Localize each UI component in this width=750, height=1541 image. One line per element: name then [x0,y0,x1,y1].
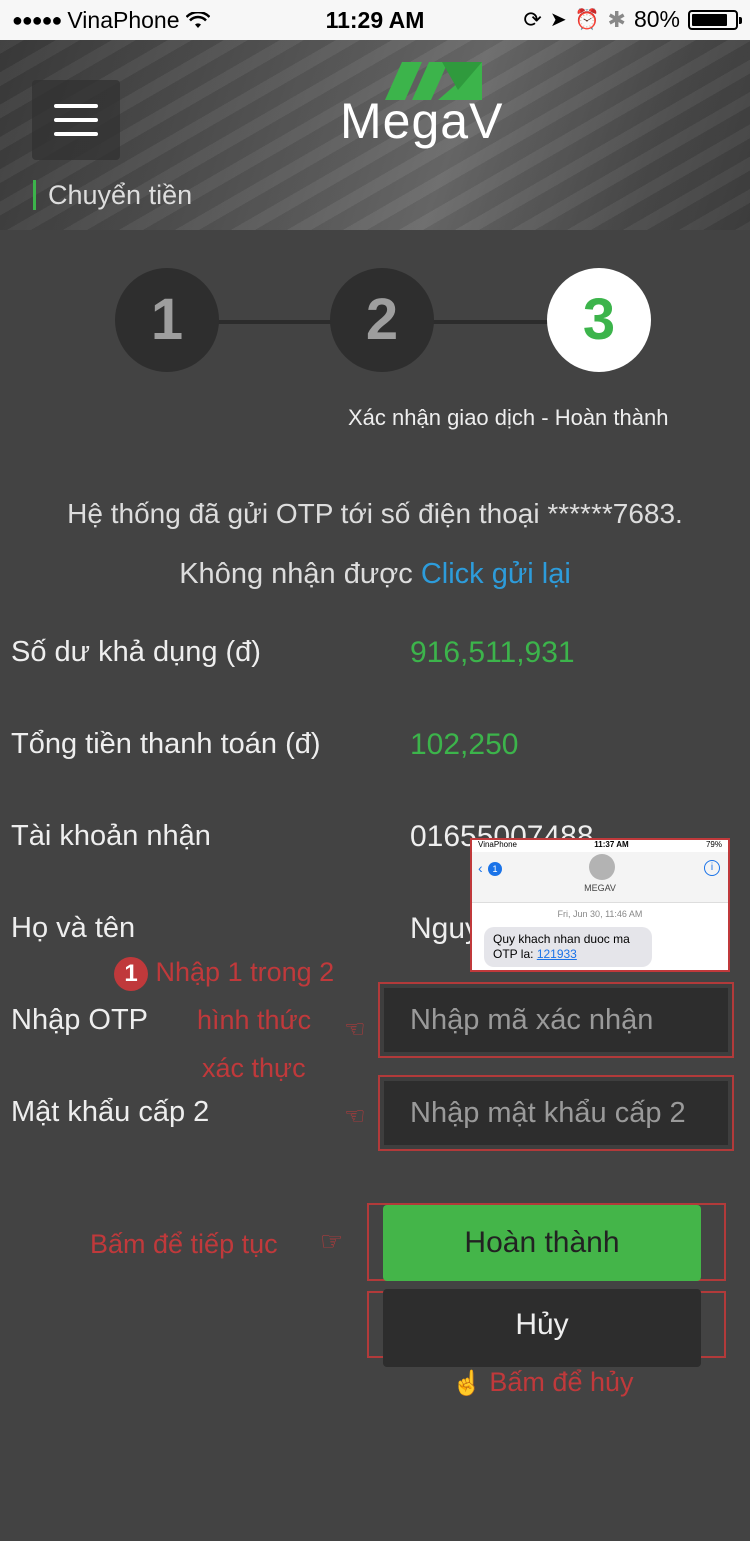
cancel-hint-row: ☝ Bấm để hủy [452,1367,634,1398]
sms-battery: 79% [705,840,722,849]
breadcrumb: Chuyển tiền [33,180,192,210]
pointing-hand-icon: ☝ [452,1370,482,1397]
otp-input-frame [378,982,734,1058]
pointing-hand-icon: ☞ [320,1226,344,1256]
continue-hint: Bấm để tiếp tục [90,1229,278,1259]
step-label: Xác nhận giao dịch - Hoàn thành [348,405,669,430]
pointing-hand-icon: ☜ [344,1016,366,1043]
name-label: Họ và tên [11,912,136,944]
annotation-line-2: hình thức [197,1005,312,1035]
cancel-hint: Bấm để hủy [489,1367,634,1397]
cancel-button[interactable]: Hủy [383,1289,701,1367]
location-arrow-icon: ➤ [549,9,567,31]
sms-carrier: VinaPhone [478,840,517,849]
step-3: 3 [547,268,651,372]
annotation-badge: 1 [114,957,148,991]
menu-button[interactable] [32,80,120,160]
otp-label: Nhập OTP [11,1004,148,1036]
app-header: MegaV Chuyển tiền [0,40,750,230]
sms-date: Fri, Jun 30, 11:46 AM [557,909,643,919]
battery-percent: 80% [633,6,680,32]
brand-name: MegaV [340,93,504,149]
level2-password-input[interactable] [384,1081,728,1145]
not-received-text: Không nhận được [179,558,413,590]
annotation-line-3: xác thực [202,1053,306,1083]
annotation-choose-method: 1 Nhập 1 trong 2 [114,957,334,991]
contact-avatar-icon [589,854,615,880]
progress-stepper: 1 2 3 [0,268,750,378]
rotation-lock-icon: ⟳ [523,6,542,32]
resend-otp-link[interactable]: Click gửi lại [421,558,571,590]
account-label: Tài khoản nhận [11,820,211,852]
total-label: Tổng tiền thanh toán (đ) [11,728,321,760]
complete-button[interactable]: Hoàn thành [383,1205,701,1281]
status-bar: ●●●●● VinaPhone 11:29 AM ⟳ ➤ ⏰ ✱ 80% [0,0,750,40]
sms-otp-code: 121933 [536,947,577,961]
sms-sender: MEGAV [584,883,616,893]
otp-sent-message: Hệ thống đã gửi OTP tới số điện thoại **… [67,498,683,529]
pointing-hand-icon: ☜ [344,1103,366,1130]
step-2: 2 [330,268,434,372]
alarm-icon: ⏰ [574,9,600,31]
sms-bubble: Quy khach nhan duoc ma OTP la: 121933 [484,927,652,967]
otp-input[interactable] [384,988,728,1052]
step-connector [432,320,550,324]
submit-frame: Hoàn thành [367,1203,726,1281]
pin-input-frame [378,1075,734,1151]
annotation-line-1: Nhập 1 trong 2 [155,957,335,987]
cancel-frame: Hủy [367,1289,726,1367]
step-1: 1 [115,268,219,372]
unread-count-badge: 1 [488,862,502,876]
sms-time: 11:37 AM [594,840,629,849]
balance-label: Số dư khả dụng (đ) [11,636,261,668]
resend-row: Không nhận được Click gửi lại [0,558,750,591]
step-connector [215,320,333,324]
battery-icon [688,9,742,30]
total-value: 102,250 [410,728,519,761]
balance-value: 916,511,931 [410,636,575,669]
bluetooth-icon: ✱ [607,6,626,32]
pin-label: Mật khẩu cấp 2 [11,1096,210,1128]
back-chevron-icon: ‹ [478,860,483,876]
sms-screenshot: VinaPhone 11:37 AM 79% ‹ 1 MEGAV i Fri, … [470,838,730,972]
info-icon: i [704,860,720,876]
